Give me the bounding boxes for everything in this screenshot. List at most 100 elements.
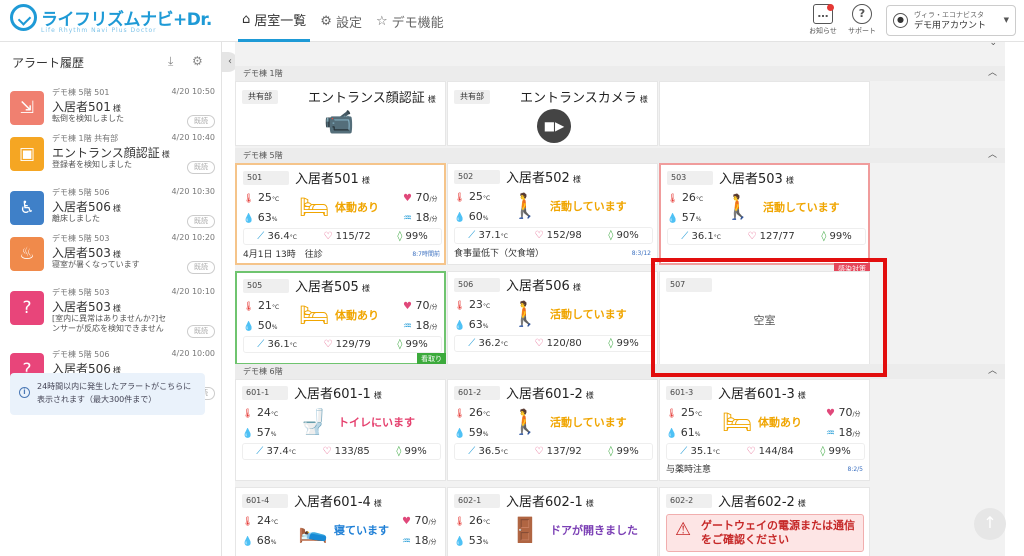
vitals-row[interactable]: ⟋ 35.1°C ♡ 144/84 ◊ 99% — [666, 443, 865, 460]
care-note[interactable]: 与薬時注意 8:2/5 — [666, 463, 865, 477]
thermometer-icon: 🌡 — [454, 301, 466, 311]
gear-icon[interactable]: ⚙ — [192, 54, 203, 68]
entrance-face-card[interactable]: 共有部 エントランス顔認証様 📹 — [235, 81, 446, 146]
spo2: ◊ 99% — [820, 446, 851, 457]
thermometer-icon: ⟋ — [468, 230, 476, 241]
room-card-601-3[interactable]: 601-3 入居者601-3 様 🌡 25°C 💧 61% 🛏 体動あり ♥ 70/分 ♒ 18… — [659, 379, 870, 481]
door-open-icon: 🚪 — [510, 516, 540, 544]
scrollbar[interactable] — [1006, 42, 1024, 556]
floor-header-5[interactable]: デモ棟 5階 ︿ — [235, 148, 1005, 163]
room-number: 503 — [667, 171, 713, 185]
entrance-camera-card[interactable]: 共有部 エントランスカメラ様 ■▶ — [447, 81, 658, 146]
floor-header-1[interactable]: デモ棟 1階 ︿ — [235, 66, 1005, 81]
room-card-501[interactable]: 501 入居者501 様 🌡 25°C 💧 63% 🛏 体動あり ♥ 70/分 ♒ 18/分 ⟋ … — [235, 163, 446, 265]
activity-status: 🚶 活動しています — [719, 189, 840, 225]
floor-header-6[interactable]: デモ棟 6階 ︿ — [235, 364, 1005, 379]
shared-tag: 共有部 — [242, 90, 278, 104]
chevron-down-icon[interactable]: ⌄ — [989, 42, 997, 51]
alert-location: デモ棟 5階 506 — [52, 350, 110, 359]
room-card-601-2[interactable]: 601-2 入居者601-2 様 🌡 26°C 💧 59% 🚶 活動しています ⟋ 36.5°… — [447, 379, 658, 481]
droplet-icon: 💧 — [454, 213, 466, 223]
vitals-row[interactable]: ⟋ 36.5°C ♡ 137/92 ◊ 99% — [454, 443, 653, 460]
room-humidity: 💧 59% — [454, 426, 489, 439]
resident-name: 入居者601-3 様 — [718, 387, 806, 402]
vitals-row[interactable]: ⟋ 36.2°C ♡ 120/80 ◊ 99% — [454, 335, 653, 352]
heat-icon: ♨ — [10, 237, 44, 271]
body-temperature: ⟋ 36.4°C — [257, 231, 297, 242]
room-grid: ⌄ デモ棟 1階 ︿ 共有部 エントランス顔認証様 📹 共有部 エントランスカメラ… — [235, 42, 1005, 556]
chevron-up-icon[interactable]: ︿ — [988, 66, 997, 81]
room-card-601-1[interactable]: 601-1 入居者601-1 様 🌡 24°C 💧 57% 🚽 トイレにいます ⟋ 37.4°… — [235, 379, 446, 481]
vitals-row[interactable]: ⟋ 37.4°C ♡ 133/85 ◊ 99% — [242, 443, 441, 460]
body-temperature: ⟋ 36.5°C — [468, 446, 508, 457]
spo2: ◊ 90% — [608, 230, 639, 241]
chevron-up-icon[interactable]: ︿ — [988, 364, 997, 379]
support-button[interactable]: ? サポート — [843, 4, 881, 36]
download-icon[interactable]: ⤓ — [168, 54, 173, 69]
room-card-506[interactable]: 506 入居者506 様 🌡 23°C 💧 63% 🚶 活動しています ⟋ 36.2°C ♡ 1… — [447, 271, 658, 365]
droplet-icon: 💧 — [454, 429, 466, 439]
thermometer-icon: 🌡 — [454, 193, 466, 203]
alert-time: 4/20 10:50 — [171, 87, 215, 96]
mark-read-button[interactable]: 既読 — [187, 115, 215, 128]
heart-icon: ♥ — [826, 408, 835, 419]
mark-read-button[interactable]: 既読 — [187, 161, 215, 174]
mark-read-button[interactable]: 既読 — [187, 325, 215, 338]
resident-name: 入居者602-1 様 — [506, 495, 594, 510]
room-number: 502 — [454, 170, 500, 184]
room-card-602-2[interactable]: 602-2 入居者602-2 様 ⚠ ゲートウェイの電源または通信をご確認ください — [659, 487, 870, 556]
drop-outline-icon: ◊ — [397, 231, 403, 242]
vitals-row[interactable]: ⟋ 36.4°C ♡ 115/72 ◊ 99% — [243, 228, 442, 245]
resident-name: 入居者505 様 — [295, 280, 370, 295]
vitals-row[interactable]: ⟋ 37.1°C ♡ 152/98 ◊ 90% — [454, 227, 653, 244]
room-temperature: 🌡 26°C — [667, 191, 704, 204]
news-button[interactable]: … お知らせ — [804, 4, 842, 36]
vitals-row[interactable]: ⟋ 36.1°C ♡ 127/77 ◊ 99% — [667, 228, 866, 245]
room-card-503[interactable]: 503 入居者503 様 🌡 26°C 💧 57% 🚶 活動しています ⟋ 36.1°C ♡ 1… — [659, 163, 870, 275]
room-number: 602-1 — [454, 494, 500, 508]
alert-resident-name: エントランス顔認証様 — [52, 146, 170, 160]
help-icon: ? — [852, 4, 872, 24]
body-temperature: ⟋ 36.1°C — [681, 231, 721, 242]
video-camera-icon[interactable]: ■▶ — [537, 109, 571, 143]
room-temperature: 🌡 21°C — [243, 299, 280, 312]
spo2: ◊ 99% — [397, 339, 428, 350]
mark-read-button[interactable]: 既読 — [187, 261, 215, 274]
thermometer-icon: 🌡 — [667, 194, 679, 204]
alert-location: デモ棟 1階 共有部 — [52, 134, 119, 143]
bed-motion-icon: 🛏 — [298, 301, 330, 329]
room-humidity: 💧 60% — [454, 210, 489, 223]
tab-demo[interactable]: ☆ デモ機能 — [372, 0, 448, 42]
alert-info-note: i 24時間以内に発生したアラートがこちらに表示されます（最大300件まで） — [10, 373, 205, 415]
heart-outline-icon: ♡ — [534, 230, 544, 241]
spo2: ◊ 99% — [608, 446, 639, 457]
warning-icon: ⚠ — [675, 519, 692, 540]
alert-time: 4/20 10:00 — [171, 349, 215, 358]
vitals-row[interactable]: ⟋ 36.1°C ♡ 129/79 ◊ 99% — [243, 336, 442, 353]
main-nav: ⌂ 居室一覧 ⚙ 設定 ☆ デモ機能 — [238, 0, 454, 42]
alert-time: 4/20 10:40 — [171, 133, 215, 142]
chevron-up-icon[interactable]: ︿ — [988, 148, 997, 163]
heart-icon: ♥ — [403, 193, 412, 204]
room-card-601-4[interactable]: 601-4 入居者601-4 様 🌡 24°C 💧 68% 🛌 寝ています ♥ 70/分 ♒ 1… — [235, 487, 446, 556]
care-note[interactable]: 4月1日 13時 往診 8:7時間前 — [243, 248, 442, 262]
mark-read-button[interactable]: 既読 — [187, 215, 215, 228]
room-card-502[interactable]: 502 入居者502 様 🌡 25°C 💧 60% 🚶 活動しています ⟋ 37.1°C ♡ 1… — [447, 163, 658, 265]
scroll-to-top-button[interactable]: ↑ — [974, 508, 1006, 540]
drop-outline-icon: ◊ — [608, 338, 614, 349]
body-temperature: ⟋ 36.2°C — [468, 338, 508, 349]
lungs-icon: ♒ — [403, 213, 412, 224]
tab-settings[interactable]: ⚙ 設定 — [316, 0, 366, 42]
room-card-505[interactable]: 505 入居者505 様 🌡 21°C 💧 50% 🛏 体動あり ♥ 70/分 ♒ 18/分 ⟋ … — [235, 271, 446, 365]
alert-message: 離床しました — [52, 214, 100, 223]
account-menu[interactable]: ● ヴィラ・エコナビスタ デモ用アカウント ▼ — [886, 5, 1016, 36]
room-humidity: 💧 50% — [243, 319, 278, 332]
room-number: 601-4 — [242, 494, 288, 508]
alert-message: 登録者を検知しました — [52, 160, 132, 169]
care-note[interactable]: 食事量低下（欠食増） 8:3/12 — [454, 247, 653, 261]
thermometer-icon: 🌡 — [243, 302, 255, 312]
tab-room-list[interactable]: ⌂ 居室一覧 — [238, 0, 311, 42]
room-card-602-1[interactable]: 602-1 入居者602-1 様 🌡 26°C 💧 53% 🚪 ドアが開きました — [447, 487, 658, 556]
blood-pressure: ♡ 115/72 — [323, 231, 371, 242]
respiration-rate: ♒ 18/分 — [403, 211, 438, 224]
